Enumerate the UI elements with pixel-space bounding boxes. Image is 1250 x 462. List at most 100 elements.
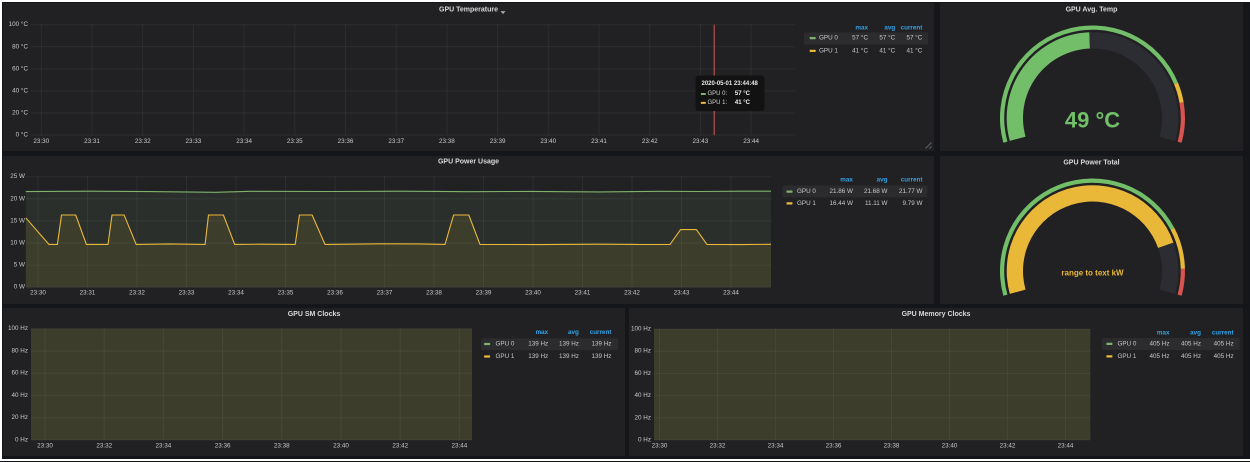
svg-text:80 Hz: 80 Hz: [12, 348, 28, 355]
svg-text:405 Hz: 405 Hz: [1181, 353, 1201, 360]
svg-text:23:36: 23:36: [826, 442, 842, 449]
svg-text:57 °C: 57 °C: [906, 34, 922, 42]
svg-text:57 °C: 57 °C: [852, 34, 868, 42]
svg-text:GPU Power Usage: GPU Power Usage: [438, 159, 499, 166]
svg-text:GPU Memory Clocks: GPU Memory Clocks: [902, 311, 971, 318]
svg-text:0 Hz: 0 Hz: [638, 437, 651, 444]
svg-text:23:32: 23:32: [710, 442, 726, 449]
svg-text:9.79 W: 9.79 W: [903, 200, 923, 207]
svg-text:40 Hz: 40 Hz: [12, 392, 28, 399]
svg-text:GPU Temperature: GPU Temperature: [439, 6, 498, 13]
svg-text:23:30: 23:30: [33, 138, 49, 145]
svg-text:23:35: 23:35: [287, 138, 303, 145]
svg-text:57 °C: 57 °C: [735, 91, 751, 97]
svg-text:405 Hz: 405 Hz: [1214, 341, 1234, 348]
svg-text:GPU 1: GPU 1: [496, 353, 515, 360]
svg-text:41 °C: 41 °C: [879, 47, 895, 55]
svg-text:20 W: 20 W: [10, 195, 25, 202]
svg-text:23:31: 23:31: [84, 138, 100, 145]
svg-text:GPU 0: GPU 0: [819, 35, 838, 42]
svg-text:40 °C: 40 °C: [12, 86, 28, 94]
svg-text:23:38: 23:38: [439, 138, 455, 145]
svg-text:60 Hz: 60 Hz: [12, 370, 28, 377]
svg-text:23:44: 23:44: [452, 443, 468, 450]
svg-text:23:41: 23:41: [575, 289, 591, 296]
svg-text:23:36: 23:36: [215, 443, 231, 450]
svg-text:23:42: 23:42: [624, 289, 640, 296]
svg-text:139 Hz: 139 Hz: [559, 341, 579, 348]
svg-text:405 Hz: 405 Hz: [1150, 341, 1170, 348]
svg-text:23:42: 23:42: [392, 443, 408, 450]
svg-text:23:34: 23:34: [236, 138, 252, 145]
svg-text:GPU 0: GPU 0: [797, 188, 816, 195]
svg-text:23:44: 23:44: [723, 289, 739, 296]
svg-text:100 Hz: 100 Hz: [8, 325, 28, 332]
svg-text:41 °C: 41 °C: [852, 47, 868, 55]
svg-text:23:34: 23:34: [228, 289, 244, 296]
svg-text:10 W: 10 W: [10, 240, 25, 247]
svg-text:21.86 W: 21.86 W: [829, 188, 853, 195]
svg-text:100 Hz: 100 Hz: [631, 326, 651, 333]
svg-text:139 Hz: 139 Hz: [528, 341, 548, 348]
svg-text:21.68 W: 21.68 W: [864, 188, 888, 195]
svg-text:23:42: 23:42: [642, 138, 658, 145]
svg-text:avg: avg: [1190, 330, 1201, 337]
svg-text:60 Hz: 60 Hz: [635, 370, 651, 377]
svg-text:23:42: 23:42: [1000, 442, 1016, 449]
svg-text:20 Hz: 20 Hz: [12, 414, 28, 421]
svg-text:0 W: 0 W: [14, 284, 25, 291]
svg-text:23:32: 23:32: [96, 443, 112, 450]
svg-text:GPU 1:: GPU 1:: [708, 100, 728, 106]
svg-text:0 Hz: 0 Hz: [15, 437, 28, 444]
svg-text:0 °C: 0 °C: [16, 131, 29, 139]
svg-text:23:40: 23:40: [540, 138, 556, 145]
svg-text:current: current: [901, 24, 924, 31]
svg-text:23:34: 23:34: [156, 443, 172, 450]
svg-text:GPU 0: GPU 0: [496, 341, 515, 348]
svg-text:current: current: [901, 177, 924, 184]
svg-text:23:32: 23:32: [135, 138, 151, 145]
svg-text:avg: avg: [568, 329, 579, 336]
svg-text:23:43: 23:43: [693, 138, 709, 145]
svg-text:100 °C: 100 °C: [9, 20, 29, 28]
svg-text:23:34: 23:34: [768, 442, 784, 449]
svg-text:405 Hz: 405 Hz: [1214, 353, 1234, 360]
svg-text:max: max: [840, 177, 853, 184]
svg-text:60 °C: 60 °C: [12, 64, 28, 72]
svg-text:23:33: 23:33: [179, 289, 195, 296]
svg-text:23:41: 23:41: [591, 138, 607, 145]
svg-text:23:39: 23:39: [476, 289, 492, 296]
svg-text:avg: avg: [884, 24, 895, 31]
svg-text:11.11 W: 11.11 W: [865, 200, 888, 207]
svg-text:GPU 0: GPU 0: [1118, 341, 1137, 348]
svg-text:max: max: [855, 24, 868, 31]
svg-text:GPU 0:: GPU 0:: [708, 91, 728, 97]
svg-text:avg: avg: [877, 177, 888, 184]
svg-text:23:30: 23:30: [652, 442, 668, 449]
svg-text:405 Hz: 405 Hz: [1150, 353, 1170, 360]
svg-text:16.44 W: 16.44 W: [829, 200, 853, 207]
svg-text:20 °C: 20 °C: [12, 109, 28, 117]
svg-text:41 °C: 41 °C: [735, 100, 751, 106]
svg-text:41 °C: 41 °C: [906, 47, 922, 55]
svg-text:5 W: 5 W: [14, 262, 25, 269]
svg-text:23:44: 23:44: [743, 138, 759, 145]
svg-text:139 Hz: 139 Hz: [591, 353, 611, 360]
svg-text:max: max: [536, 329, 549, 336]
svg-text:25 W: 25 W: [10, 173, 25, 180]
svg-text:80 Hz: 80 Hz: [635, 348, 651, 355]
svg-text:GPU 1: GPU 1: [1118, 353, 1137, 360]
svg-text:GPU 1: GPU 1: [797, 200, 816, 207]
svg-text:23:39: 23:39: [490, 138, 506, 145]
svg-text:139 Hz: 139 Hz: [559, 353, 579, 360]
svg-text:57 °C: 57 °C: [879, 34, 895, 42]
svg-text:23:36: 23:36: [338, 138, 354, 145]
svg-text:23:32: 23:32: [129, 289, 145, 296]
svg-text:23:44: 23:44: [1058, 442, 1074, 449]
svg-text:23:38: 23:38: [884, 442, 900, 449]
svg-text:40 Hz: 40 Hz: [635, 392, 651, 399]
svg-text:20 Hz: 20 Hz: [635, 414, 651, 421]
svg-text:23:31: 23:31: [80, 289, 96, 296]
svg-text:23:37: 23:37: [388, 138, 404, 145]
svg-text:23:38: 23:38: [426, 289, 442, 296]
